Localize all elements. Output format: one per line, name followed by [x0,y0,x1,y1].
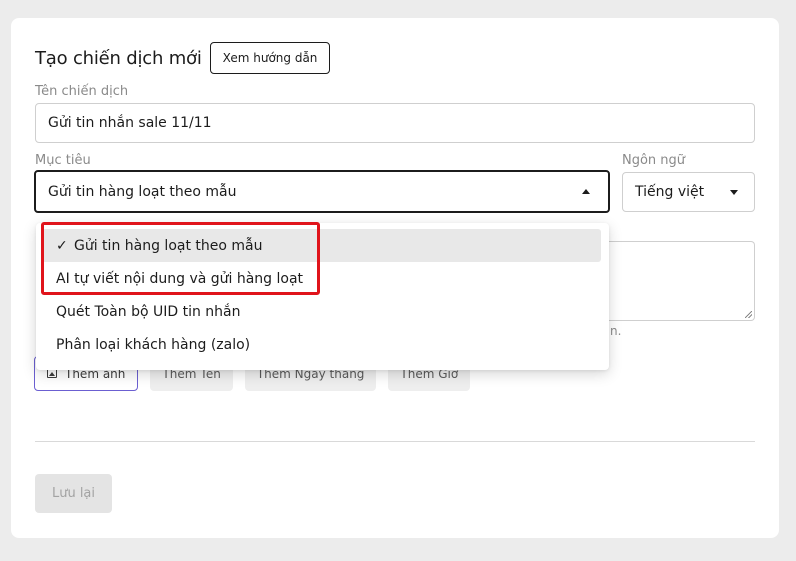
checkmark-icon: ✓ [56,237,68,254]
textarea-helper-text: n. [610,324,622,338]
save-button[interactable]: Lưu lại [35,474,112,513]
campaign-name-value: Gửi tin nhắn sale 11/11 [48,115,212,131]
language-label: Ngôn ngữ [622,153,686,168]
caret-down-icon [730,189,738,195]
goal-option-scan-uid[interactable]: Quét Toàn bộ UID tin nhắn [36,295,609,328]
campaign-name-label: Tên chiến dịch [35,84,129,99]
goal-select-value: Gửi tin hàng loạt theo mẫu [48,183,237,200]
language-select-value: Tiếng việt [635,184,705,200]
form-header: Tạo chiến dịch mới Xem hướng dẫn [35,42,331,74]
language-select[interactable]: Tiếng việt [622,172,755,212]
resize-handle-icon[interactable] [745,311,752,318]
goal-select[interactable]: Gửi tin hàng loạt theo mẫu [34,170,610,213]
image-icon [47,369,57,378]
goal-option-label: Gửi tin hàng loạt theo mẫu [74,237,263,254]
caret-up-icon [582,189,590,194]
campaign-name-input[interactable]: Gửi tin nhắn sale 11/11 [35,103,755,143]
page-title: Tạo chiến dịch mới [35,47,202,69]
goal-option-ai-bulk[interactable]: AI tự viết nội dung và gửi hàng loạt [36,262,609,295]
divider [35,441,755,442]
goal-option-classify-zalo[interactable]: Phân loại khách hàng (zalo) [36,328,609,361]
goal-label: Mục tiêu [35,153,91,168]
view-guide-button[interactable]: Xem hướng dẫn [209,42,331,74]
goal-dropdown-menu: ✓ Gửi tin hàng loạt theo mẫu AI tự viết … [36,223,609,370]
goal-option-template-bulk[interactable]: ✓ Gửi tin hàng loạt theo mẫu [42,229,601,262]
message-textarea[interactable] [608,241,755,321]
